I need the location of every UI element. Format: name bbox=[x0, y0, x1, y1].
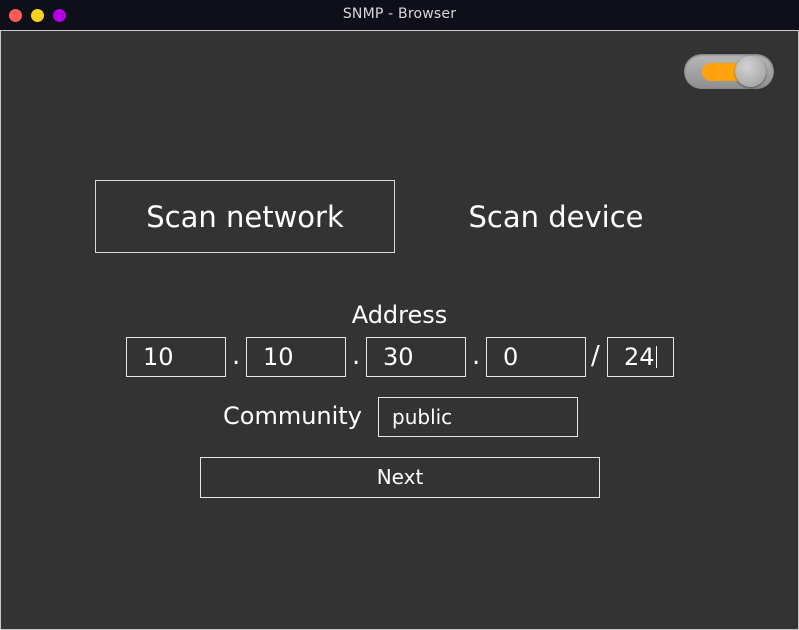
scan-network-button[interactable]: Scan network bbox=[95, 180, 395, 253]
theme-toggle[interactable] bbox=[684, 54, 774, 89]
address-octet-4-input[interactable]: 0 bbox=[486, 337, 586, 377]
app-window: Scan network Scan device Address 10 . 10… bbox=[0, 30, 799, 630]
window-title: SNMP - Browser bbox=[342, 6, 457, 22]
address-slash-separator: / bbox=[591, 341, 600, 371]
address-octet-1-input[interactable]: 10 bbox=[126, 337, 226, 377]
next-button[interactable]: Next bbox=[200, 457, 600, 498]
address-octet-2-input[interactable]: 10 bbox=[246, 337, 346, 377]
address-octet-3-input[interactable]: 30 bbox=[366, 337, 466, 377]
address-label: Address bbox=[351, 301, 448, 329]
text-caret bbox=[655, 346, 657, 368]
title-bar: SNMP - Browser bbox=[0, 0, 799, 30]
scan-device-button[interactable]: Scan device bbox=[406, 180, 706, 253]
community-input[interactable]: public bbox=[378, 397, 578, 437]
address-dot-separator: . bbox=[472, 341, 481, 371]
prefix-length-input[interactable]: 24 bbox=[607, 337, 674, 377]
address-dot-separator: . bbox=[352, 341, 361, 371]
community-label: Community bbox=[223, 402, 362, 430]
address-dot-separator: . bbox=[232, 341, 241, 371]
toggle-knob[interactable] bbox=[735, 56, 766, 87]
prefix-length-value: 24 bbox=[624, 343, 655, 371]
